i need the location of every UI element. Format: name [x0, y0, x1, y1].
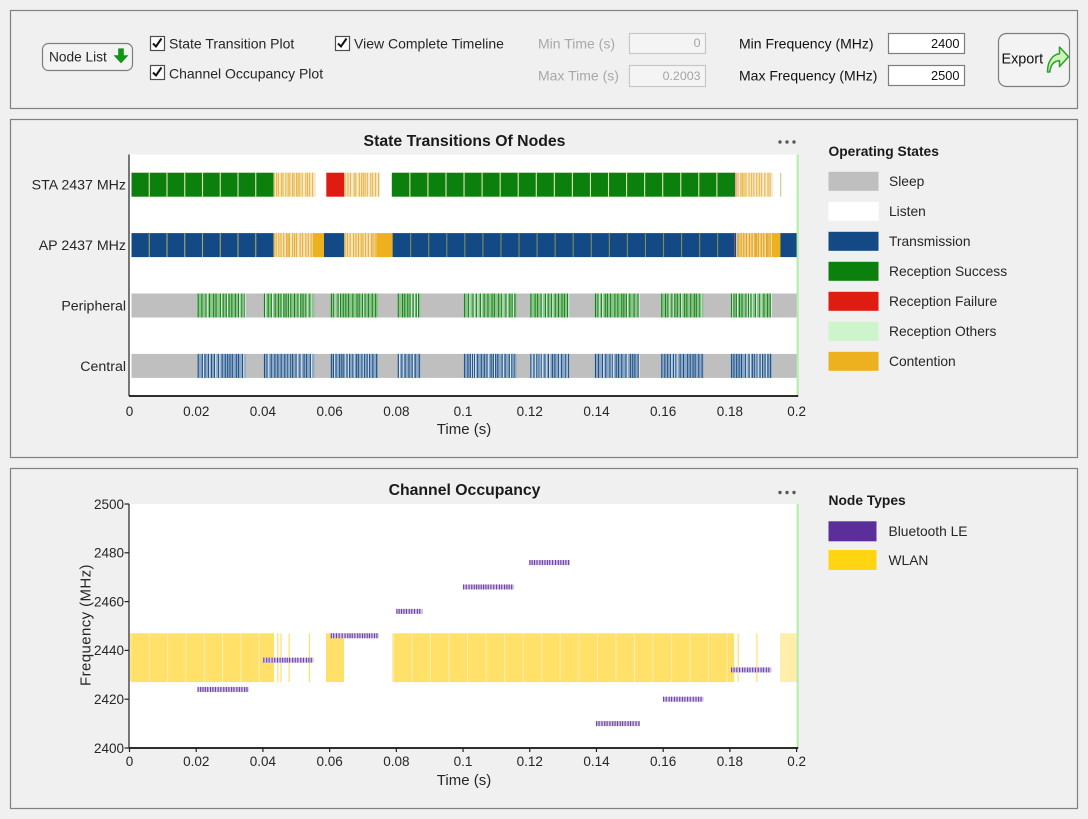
svg-text:2460: 2460 [94, 594, 124, 609]
svg-text:Listen: Listen [889, 204, 926, 219]
svg-text:Time (s): Time (s) [437, 772, 491, 789]
svg-text:0.16: 0.16 [650, 404, 676, 419]
svg-text:WLAN: WLAN [889, 553, 929, 568]
svg-text:Bluetooth LE: Bluetooth LE [889, 524, 968, 539]
svg-text:Time (s): Time (s) [437, 421, 491, 438]
svg-text:Operating States: Operating States [829, 144, 940, 159]
svg-text:0.2003: 0.2003 [663, 69, 701, 83]
svg-text:0.04: 0.04 [250, 754, 277, 769]
svg-text:0.14: 0.14 [583, 754, 610, 769]
svg-text:2440: 2440 [94, 643, 124, 658]
svg-text:Node List: Node List [49, 49, 107, 64]
svg-text:0.18: 0.18 [717, 404, 743, 419]
svg-text:Transmission: Transmission [889, 234, 971, 249]
svg-text:STA 2437 MHz: STA 2437 MHz [32, 178, 126, 194]
svg-text:Reception Success: Reception Success [889, 264, 1007, 279]
svg-text:Export: Export [1002, 51, 1044, 67]
svg-text:Min Frequency (MHz): Min Frequency (MHz) [739, 36, 874, 52]
svg-text:0.08: 0.08 [383, 404, 409, 419]
svg-text:Min Time (s): Min Time (s) [538, 36, 615, 52]
svg-text:0.18: 0.18 [717, 754, 743, 769]
svg-text:Contention: Contention [889, 354, 956, 369]
svg-text:0.06: 0.06 [316, 404, 342, 419]
svg-text:0.1: 0.1 [454, 754, 473, 769]
svg-text:Frequency (MHz): Frequency (MHz) [78, 564, 95, 686]
svg-text:Node Types: Node Types [829, 493, 907, 508]
svg-text:0.08: 0.08 [383, 754, 409, 769]
svg-text:2420: 2420 [94, 692, 124, 707]
svg-text:Channel Occupancy Plot: Channel Occupancy Plot [169, 65, 323, 81]
svg-text:View Complete Timeline: View Complete Timeline [354, 35, 504, 51]
svg-text:0.12: 0.12 [517, 404, 543, 419]
svg-text:0.14: 0.14 [583, 404, 610, 419]
svg-text:Sleep: Sleep [889, 174, 925, 189]
svg-text:Max Time (s): Max Time (s) [538, 68, 619, 84]
svg-text:0: 0 [126, 404, 134, 419]
svg-text:2400: 2400 [94, 741, 124, 756]
svg-text:State Transitions Of Nodes: State Transitions Of Nodes [364, 133, 566, 150]
svg-text:0: 0 [694, 36, 701, 50]
svg-text:2480: 2480 [94, 546, 124, 561]
svg-text:0.2: 0.2 [787, 754, 806, 769]
svg-text:Reception Failure: Reception Failure [889, 294, 997, 309]
svg-text:Channel Occupancy: Channel Occupancy [389, 482, 541, 499]
svg-text:0.2: 0.2 [787, 404, 806, 419]
svg-text:0: 0 [126, 754, 134, 769]
svg-text:2400: 2400 [931, 36, 959, 51]
svg-text:0.1: 0.1 [454, 404, 473, 419]
svg-text:AP 2437 MHz: AP 2437 MHz [39, 238, 126, 254]
svg-text:Central: Central [80, 359, 126, 375]
svg-text:State Transition Plot: State Transition Plot [169, 35, 294, 51]
svg-text:0.02: 0.02 [183, 404, 209, 419]
svg-text:Reception Others: Reception Others [889, 324, 996, 339]
svg-text:0.12: 0.12 [517, 754, 543, 769]
svg-text:0.06: 0.06 [316, 754, 342, 769]
svg-text:0.04: 0.04 [250, 404, 277, 419]
svg-text:0.16: 0.16 [650, 754, 676, 769]
svg-text:Max Frequency (MHz): Max Frequency (MHz) [739, 68, 877, 84]
svg-text:0.02: 0.02 [183, 754, 209, 769]
svg-text:2500: 2500 [94, 497, 124, 512]
svg-text:Peripheral: Peripheral [61, 299, 126, 315]
svg-text:2500: 2500 [931, 68, 959, 83]
